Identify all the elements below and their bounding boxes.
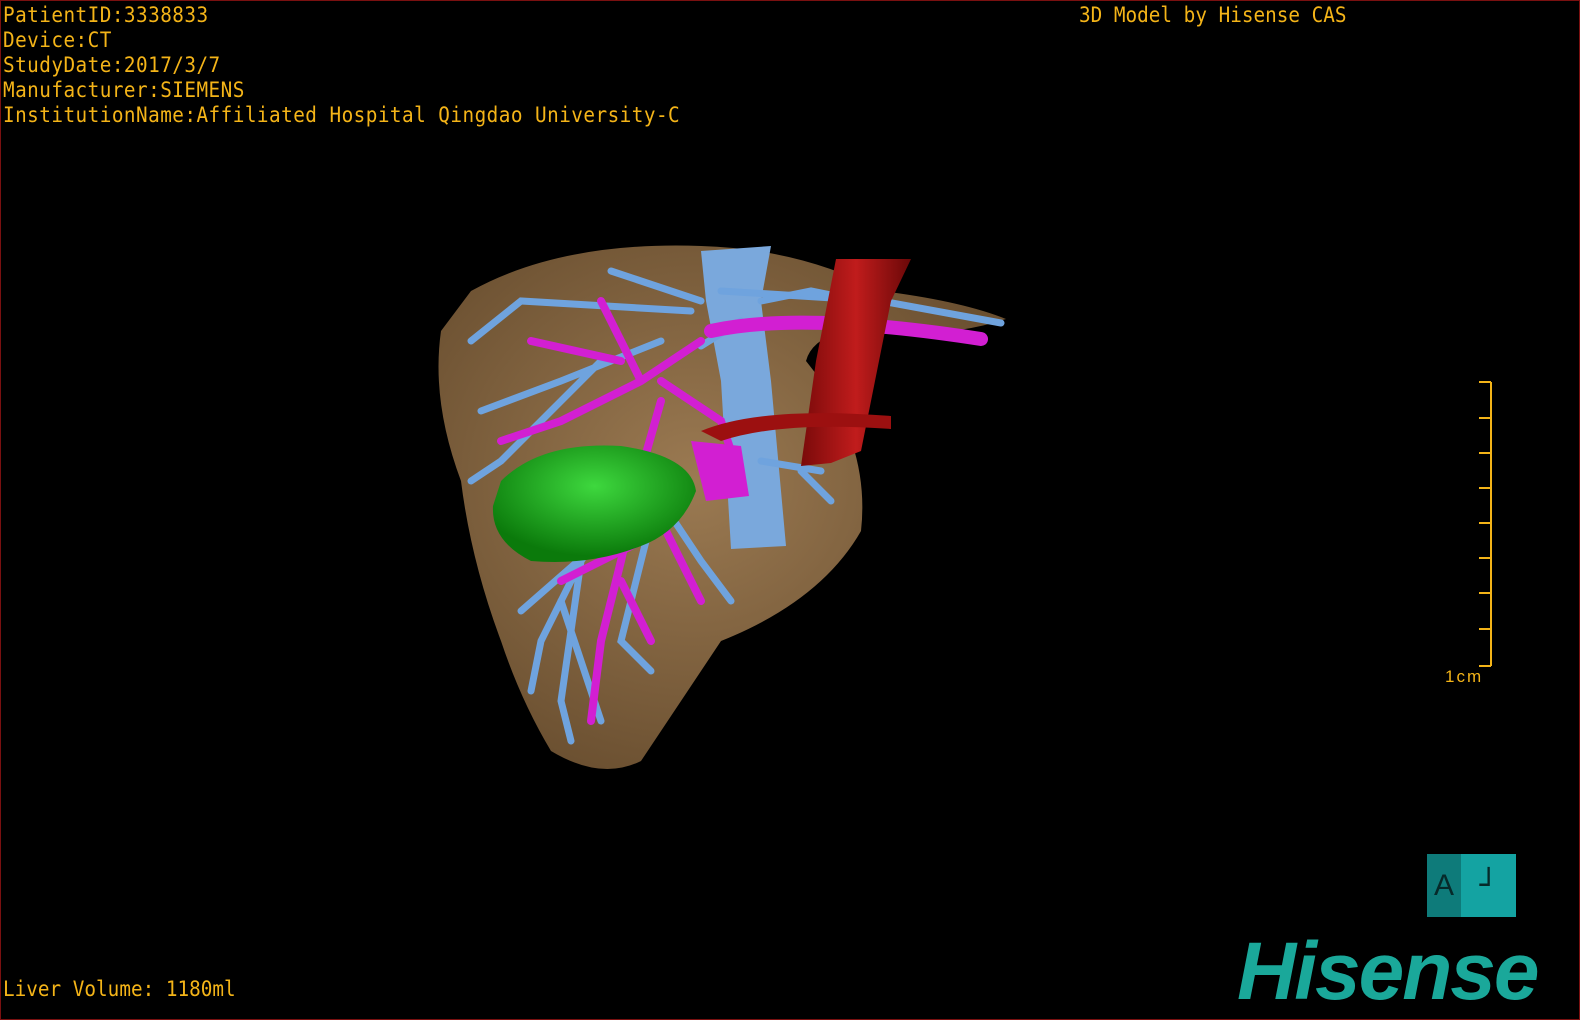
orientation-cube[interactable]: A ┘: [1427, 854, 1516, 917]
hisense-logo: Hisense: [1237, 926, 1540, 1017]
cube-face-side[interactable]: ┘: [1461, 854, 1516, 917]
3d-viewer[interactable]: PatientID:3338833 Device:CT StudyDate:20…: [0, 0, 1580, 1020]
cube-face-anterior[interactable]: A: [1427, 854, 1461, 917]
scale-bar: [1479, 381, 1492, 667]
scale-bar-label: 1cm: [1445, 667, 1484, 686]
liver-volume: Liver Volume: 1180ml: [3, 977, 236, 1001]
liver-3d-model[interactable]: [1, 1, 1580, 1020]
